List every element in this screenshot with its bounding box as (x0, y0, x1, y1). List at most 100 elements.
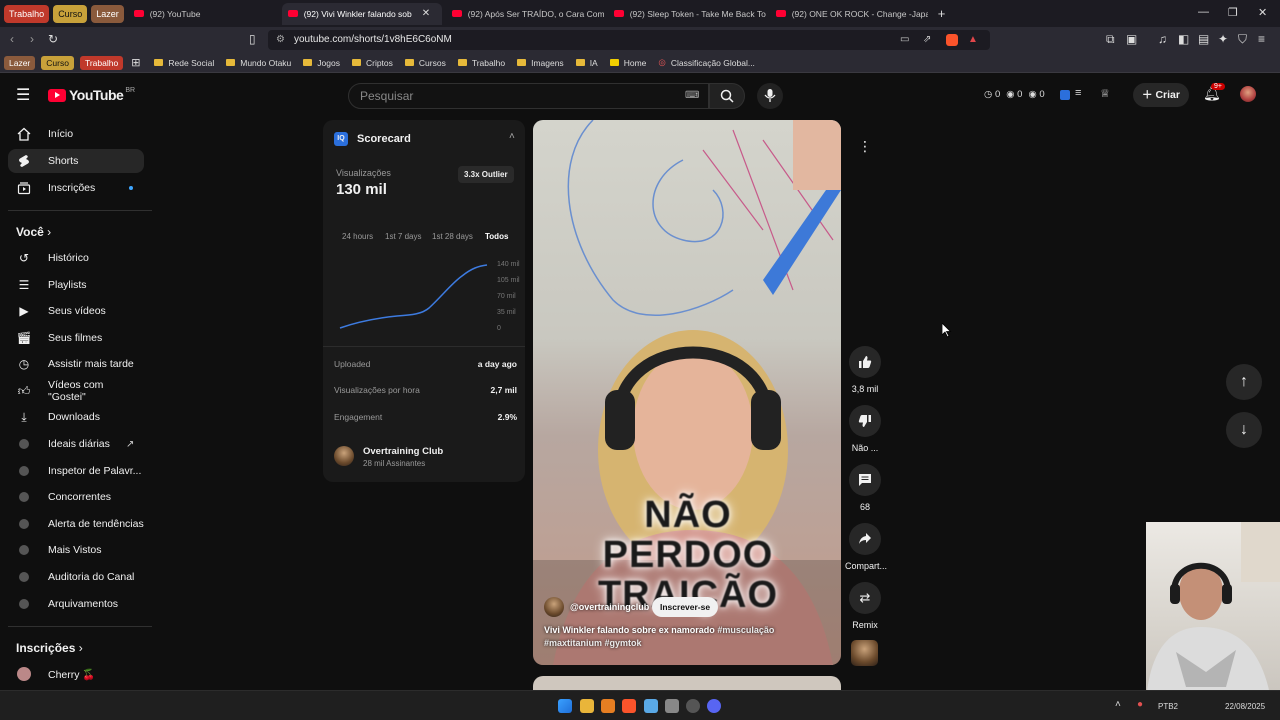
browser-tab[interactable]: (92) ONE OK ROCK - Change -Japane (770, 3, 928, 25)
sidebar-item-inicio[interactable]: Início (8, 122, 144, 146)
bookmark-group-trabalho[interactable]: Trabalho (79, 55, 124, 70)
more-options-button[interactable]: ⋮ (845, 130, 885, 162)
browser-tab[interactable]: (92) Após Ser TRAÍDO, o Cara Com a (446, 3, 604, 25)
bookmark-link[interactable]: Home (609, 58, 646, 68)
microphone-tray-icon[interactable]: ● (1137, 699, 1143, 710)
forward-icon[interactable]: › (30, 32, 34, 46)
leo-ai-icon[interactable]: ✦ (1218, 32, 1228, 46)
bookmark-folder[interactable]: Criptos (351, 58, 393, 68)
sidebar-item-inscricoes[interactable]: Inscrições (8, 176, 144, 200)
windows-start-icon[interactable] (558, 699, 572, 713)
sidebar-item-seus-filmes[interactable]: 🎬︎ Seus filmes (8, 326, 144, 350)
extensions-icon[interactable]: ⧉ (1106, 32, 1115, 47)
range-7d[interactable]: 1st 7 days (385, 232, 421, 241)
extension-counters[interactable]: ◷ 0 ◉ 0 ◉ 0 (984, 89, 1045, 100)
subscription-item[interactable]: Cherry 🍒 (8, 662, 144, 686)
menu-icon[interactable]: ≡ (1258, 32, 1265, 46)
channel-avatar[interactable] (544, 597, 564, 617)
channel-handle[interactable]: @overtrainingclub (570, 602, 649, 612)
search-input[interactable]: Pesquisar ⌨ (348, 83, 709, 109)
minimize-icon[interactable]: — (1198, 6, 1209, 18)
bookmark-group-curso[interactable]: Curso (41, 55, 74, 70)
taskbar-date[interactable]: 22/08/2025 (1225, 702, 1265, 711)
app-icon[interactable] (665, 699, 679, 713)
bookmark-folder[interactable]: Cursos (404, 58, 446, 68)
file-explorer-icon[interactable] (580, 699, 594, 713)
trophy-icon[interactable]: ♕ (1100, 87, 1110, 100)
sidebar-item-inspetor[interactable]: Inspetor de Palavr... (8, 459, 144, 483)
sidebar-item-concorrentes[interactable]: Concorrentes (8, 485, 144, 509)
address-bar[interactable]: ⚙ youtube.com/shorts/1v8hE6C6oNM ▭ ⇗ ▲ (268, 30, 990, 50)
tab-group-lazer[interactable]: Lazer (91, 4, 124, 23)
close-window-icon[interactable]: ✕ (1258, 6, 1267, 19)
bookmark-folder[interactable]: IA (575, 58, 598, 68)
range-24h[interactable]: 24 hours (342, 232, 373, 241)
bookmark-page-icon[interactable]: ▯ (249, 32, 256, 46)
sidebar-item-assistir-mais-tarde[interactable]: ◷ Assistir mais tarde (8, 352, 144, 376)
back-icon[interactable]: ‹ (10, 32, 14, 46)
range-todos[interactable]: Todos (485, 232, 508, 241)
range-28d[interactable]: 1st 28 days (432, 232, 473, 241)
discord-icon[interactable] (707, 699, 721, 713)
account-avatar[interactable] (1240, 86, 1256, 102)
keyboard-language[interactable]: PTB2 (1158, 702, 1178, 711)
bookmark-group-lazer[interactable]: Lazer (4, 55, 36, 70)
remix-button[interactable]: ⇄ Remix (845, 582, 885, 630)
sidebar-item-videos-gostei[interactable]: 👍︎ Vídeos com "Gostei" (8, 379, 144, 403)
sound-thumbnail[interactable] (851, 640, 878, 666)
apps-grid-icon[interactable]: ⊞ (131, 56, 140, 69)
share-page-icon[interactable]: ⇗ (923, 30, 931, 50)
browser-tab-active[interactable]: (92) Vivi Winkler falando sob ✕ (281, 2, 442, 25)
site-info-icon[interactable]: ⚙ (276, 30, 285, 50)
youtube-logo[interactable]: YouTube BR (48, 87, 135, 103)
brave-shields-icon[interactable] (946, 34, 958, 46)
bookmark-folder[interactable]: Mundo Otaku (226, 58, 291, 68)
brave-rewards-icon[interactable]: ▲ (968, 30, 978, 50)
tab-group-trabalho[interactable]: Trabalho (4, 4, 50, 23)
channel-name[interactable]: Overtraining Club (363, 446, 443, 457)
sidebar-item-shorts[interactable]: Shorts (8, 149, 144, 173)
subscribe-button[interactable]: Inscrever-se (652, 597, 719, 617)
browser-tab[interactable]: (92) YouTube (128, 3, 278, 25)
list-icon[interactable]: ≡ (1075, 87, 1081, 99)
next-short-button[interactable]: ↓ (1226, 412, 1262, 448)
bookmark-folder[interactable]: Trabalho (457, 58, 505, 68)
keyboard-icon[interactable]: ⌨ (685, 84, 699, 108)
sidebar-item-downloads[interactable]: ⤓ Downloads (8, 405, 144, 429)
tab-group-curso[interactable]: Curso (53, 4, 88, 23)
hamburger-menu-icon[interactable]: ☰ (16, 85, 30, 105)
share-button[interactable]: Compart... (845, 523, 887, 571)
section-voce[interactable]: Você › (16, 225, 51, 239)
app-icon[interactable] (644, 699, 658, 713)
close-tab-icon[interactable]: ✕ (422, 8, 430, 19)
sidebar-item-auditoria[interactable]: Auditoria do Canal (8, 565, 144, 589)
previous-short-button[interactable]: ↑ (1226, 364, 1262, 400)
sidebar-item-historico[interactable]: ↺ Histórico (8, 246, 144, 270)
comments-button[interactable]: 68 (845, 464, 885, 512)
restore-icon[interactable]: ❐ (1228, 6, 1238, 19)
bookmark-folder[interactable]: Rede Social (154, 58, 214, 68)
settings-icon[interactable] (686, 699, 700, 713)
screenshot-icon[interactable]: ▣ (1126, 32, 1137, 46)
sidebar-item-arquivamentos[interactable]: Arquivamentos (8, 592, 144, 616)
vpn-icon[interactable]: ⛉ (1238, 32, 1247, 47)
section-inscricoes[interactable]: Inscrições › (16, 641, 83, 655)
like-button[interactable]: 3,8 mil (845, 346, 885, 394)
search-button[interactable] (709, 83, 745, 109)
new-tab-button[interactable]: + (938, 6, 946, 21)
tray-chevron-icon[interactable]: ˄ (1115, 699, 1121, 710)
short-video-player[interactable]: NÃO PERDOO TRAIÇÃO @overtrainingclub Ins… (533, 120, 841, 665)
channel-avatar[interactable] (334, 446, 354, 466)
dislike-button[interactable]: Não ... (845, 405, 885, 453)
app-icon[interactable] (601, 699, 615, 713)
sidebar-item-alerta[interactable]: Alerta de tendências (8, 512, 144, 536)
create-button[interactable]: ＋ Criar (1133, 83, 1189, 107)
bookmark-folder[interactable]: Jogos (303, 58, 340, 68)
voice-search-button[interactable] (757, 83, 783, 109)
sidebar-item-playlists[interactable]: ☰ Playlists (8, 273, 144, 297)
next-short-preview[interactable] (533, 676, 841, 690)
sidebar-item-seus-videos[interactable]: ▶ Seus vídeos (8, 299, 144, 323)
bookmark-folder[interactable]: Imagens (517, 58, 564, 68)
browser-tab[interactable]: (92) Sleep Token - Take Me Back To E (608, 3, 766, 25)
sidebar-toggle-icon[interactable]: ◧ (1178, 32, 1189, 46)
